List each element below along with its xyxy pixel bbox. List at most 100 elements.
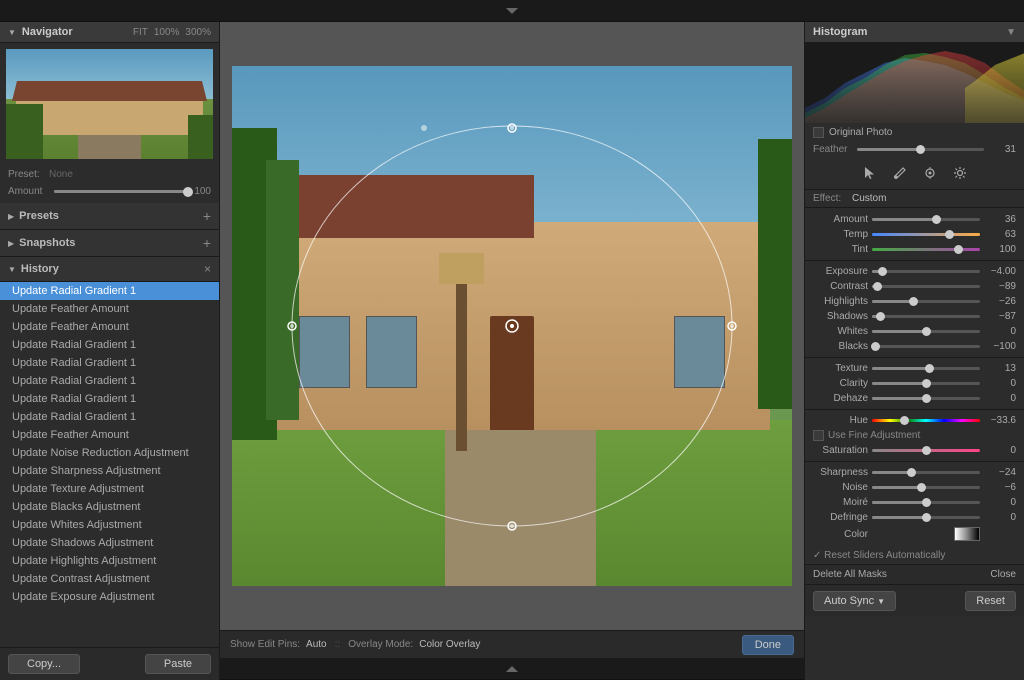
history-item-6[interactable]: Update Radial Gradient 1 [0, 390, 219, 408]
effect-value[interactable]: Custom [852, 193, 886, 204]
reset-sliders-label[interactable]: ✓ Reset Sliders Automatically [813, 550, 945, 561]
navigator-header[interactable]: ▼ Navigator FIT 100% 300% [0, 22, 219, 43]
original-photo-checkbox[interactable] [813, 127, 824, 138]
history-close-button[interactable]: × [204, 262, 211, 276]
histogram-display [805, 43, 1024, 123]
adj-temp-slider[interactable] [872, 233, 980, 236]
adj-sharpness-row: Sharpness −24 [805, 465, 1024, 480]
adj-tint-slider[interactable] [872, 248, 980, 251]
adj-blacks-row: Blacks −100 [805, 339, 1024, 354]
history-item-10[interactable]: Update Sharpness Adjustment [0, 462, 219, 480]
history-item-2[interactable]: Update Feather Amount [0, 318, 219, 336]
adj-color-swatch[interactable] [954, 527, 980, 541]
auto-sync-label: Auto Sync [824, 595, 874, 607]
auto-sync-dropdown-icon[interactable]: ▼ [877, 597, 885, 606]
adj-contrast-slider[interactable] [872, 285, 980, 288]
history-item-11[interactable]: Update Texture Adjustment [0, 480, 219, 498]
navigator-zoom-300[interactable]: 300% [185, 27, 211, 38]
delete-all-masks-button[interactable]: Delete All Masks [813, 569, 887, 580]
history-item-0[interactable]: Update Radial Gradient 1 [0, 282, 219, 300]
fine-adjustment-checkbox[interactable] [813, 430, 824, 441]
adj-sharpness-slider[interactable] [872, 471, 980, 474]
adj-amount-value: 36 [984, 214, 1016, 225]
done-button[interactable]: Done [742, 635, 794, 655]
adj-clarity-fill [872, 382, 926, 385]
adj-highlights-value: −26 [984, 296, 1016, 307]
adj-blacks-label: Blacks [813, 341, 868, 352]
brush-tool-icon[interactable] [889, 162, 911, 184]
adj-exposure-row: Exposure −4.00 [805, 264, 1024, 279]
effect-row: Effect: Custom [805, 190, 1024, 208]
history-item-4[interactable]: Update Radial Gradient 1 [0, 354, 219, 372]
copy-button[interactable]: Copy... [8, 654, 80, 674]
adj-highlights-slider[interactable] [872, 300, 980, 303]
adj-clarity-slider[interactable] [872, 382, 980, 385]
navigator-fit[interactable]: FIT [133, 27, 148, 38]
history-item-3[interactable]: Update Radial Gradient 1 [0, 336, 219, 354]
presets-add-button[interactable]: + [203, 208, 211, 224]
history-item-15[interactable]: Update Highlights Adjustment [0, 552, 219, 570]
adj-saturation-slider[interactable] [872, 449, 980, 452]
adj-exposure-label: Exposure [813, 266, 868, 277]
adj-noise-slider[interactable] [872, 486, 980, 489]
canvas-area [220, 22, 804, 630]
adj-clarity-label: Clarity [813, 378, 868, 389]
history-item-5[interactable]: Update Radial Gradient 1 [0, 372, 219, 390]
history-item-1[interactable]: Update Feather Amount [0, 300, 219, 318]
adj-whites-row: Whites 0 [805, 324, 1024, 339]
paste-button[interactable]: Paste [145, 654, 211, 674]
navigator-thumbnail[interactable] [6, 49, 213, 159]
history-item-17[interactable]: Update Exposure Adjustment [0, 588, 219, 606]
auto-sync-button[interactable]: Auto Sync ▼ [813, 591, 896, 611]
history-item-7[interactable]: Update Radial Gradient 1 [0, 408, 219, 426]
adj-dehaze-slider[interactable] [872, 397, 980, 400]
adj-blacks-slider[interactable] [872, 345, 980, 348]
history-item-16[interactable]: Update Contrast Adjustment [0, 570, 219, 588]
adj-shadows-slider[interactable] [872, 315, 980, 318]
adj-noise-thumb [917, 483, 926, 492]
cursor-tool-icon[interactable] [859, 162, 881, 184]
settings-tool-icon[interactable] [949, 162, 971, 184]
adj-sharpness-label: Sharpness [813, 467, 868, 478]
navigator-zoom-100[interactable]: 100% [154, 27, 180, 38]
adj-texture-slider[interactable] [872, 367, 980, 370]
history-item-14[interactable]: Update Shadows Adjustment [0, 534, 219, 552]
feather-thumb [916, 145, 925, 154]
history-item-9[interactable]: Update Noise Reduction Adjustment [0, 444, 219, 462]
adj-moire-thumb [922, 498, 931, 507]
main-photo[interactable] [232, 66, 792, 586]
feather-value: 31 [988, 144, 1016, 155]
close-panel-button[interactable]: Close [990, 569, 1016, 580]
snapshots-section-header[interactable]: ▶ Snapshots + [0, 230, 219, 257]
adj-defringe-thumb [922, 513, 931, 522]
adj-moire-value: 0 [984, 497, 1016, 508]
eye-dropper-tool-icon[interactable] [919, 162, 941, 184]
adj-moire-slider[interactable] [872, 501, 980, 504]
snapshots-add-button[interactable]: + [203, 235, 211, 251]
adj-defringe-row: Defringe 0 [805, 510, 1024, 525]
history-collapse-icon: ▼ [8, 265, 16, 274]
adj-amount-slider[interactable] [872, 218, 980, 221]
adj-sharpness-fill [872, 471, 912, 474]
show-edit-pins-value[interactable]: Auto [306, 639, 327, 650]
presets-section-header[interactable]: ▶ Presets + [0, 203, 219, 230]
adj-saturation-thumb [922, 446, 931, 455]
history-item-13[interactable]: Update Whites Adjustment [0, 516, 219, 534]
adj-exposure-slider[interactable] [872, 270, 980, 273]
adj-shadows-label: Shadows [813, 311, 868, 322]
reset-button[interactable]: Reset [965, 591, 1016, 611]
fine-adjustment-label: Use Fine Adjustment [828, 430, 920, 441]
adj-highlights-label: Highlights [813, 296, 868, 307]
overlay-mode-value[interactable]: Color Overlay [419, 639, 480, 650]
history-item-12[interactable]: Update Blacks Adjustment [0, 498, 219, 516]
adj-defringe-slider[interactable] [872, 516, 980, 519]
history-section-header[interactable]: ▼ History × [0, 257, 219, 282]
adj-hue-slider[interactable] [872, 419, 980, 422]
adj-whites-slider[interactable] [872, 330, 980, 333]
feather-fill [857, 148, 921, 151]
history-item-8[interactable]: Update Feather Amount [0, 426, 219, 444]
feather-slider[interactable] [857, 148, 984, 151]
histogram-menu-icon[interactable]: ▼ [1006, 27, 1016, 38]
photo-window-2 [366, 316, 416, 389]
amount-slider[interactable] [54, 190, 188, 193]
